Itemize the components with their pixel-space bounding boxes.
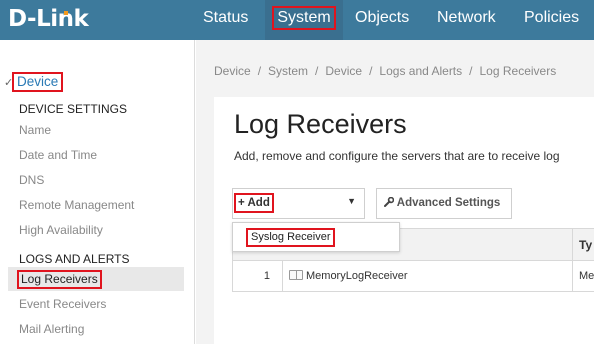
caret-down-icon: ▼: [347, 196, 356, 206]
sidebar-item-mail-alerting[interactable]: Mail Alerting: [19, 322, 84, 336]
breadcrumb-separator: /: [257, 64, 262, 78]
row-type: Mem: [572, 261, 594, 291]
add-button-label: + Add: [234, 193, 274, 213]
sidebar-device-label: Device: [11, 72, 64, 92]
sidebar-item-log-receivers[interactable]: Log Receivers: [16, 270, 103, 289]
sidebar: ✓ Device DEVICE SETTINGS Name Date and Ti…: [0, 40, 195, 344]
sidebar-item-remote-management[interactable]: Remote Management: [19, 198, 134, 212]
sidebar-item-dns[interactable]: DNS: [19, 173, 44, 187]
sidebar-device-toggle[interactable]: ✓ Device: [4, 72, 64, 92]
breadcrumb: Device / System / Device / Logs and Alerts / Log…: [214, 64, 556, 78]
breadcrumb-device-2[interactable]: Device: [325, 64, 362, 78]
advanced-settings-label: Advanced Settings: [396, 197, 501, 209]
nav-status-label: Status: [203, 9, 249, 26]
row-index: 1: [233, 261, 283, 291]
menu-item-syslog-receiver[interactable]: Syslog Receiver: [245, 228, 336, 247]
sidebar-item-event-receivers[interactable]: Event Receivers: [19, 297, 106, 311]
wrench-icon: [384, 196, 395, 207]
column-header-type[interactable]: Ty: [572, 229, 592, 261]
page-title: Log Receivers: [234, 109, 407, 139]
plus-icon: +: [238, 197, 245, 209]
breadcrumb-log-receivers: Log Receivers: [479, 64, 557, 78]
content-panel: Log Receivers Add, remove and configure …: [214, 97, 594, 344]
nav-system-label: System: [272, 6, 336, 30]
logo-text: D-Link: [8, 6, 89, 32]
page-description: Add, remove and configure the servers th…: [234, 149, 560, 163]
nav-system[interactable]: System: [265, 0, 343, 40]
sidebar-heading-logs-and-alerts: LOGS AND ALERTS: [19, 252, 130, 266]
dlink-logo[interactable]: D-Link: [8, 4, 89, 34]
sidebar-item-high-availability[interactable]: High Availability: [19, 223, 103, 237]
add-dropdown-button[interactable]: + Add ▼: [232, 188, 365, 219]
breadcrumb-separator: /: [315, 64, 319, 78]
add-label-text: Add: [247, 197, 270, 209]
advanced-settings-button[interactable]: Advanced Settings: [376, 188, 512, 219]
nav-policies-label: Policies: [524, 9, 580, 26]
nav-policies[interactable]: Policies: [521, 0, 582, 40]
sidebar-item-log-receivers-label: Log Receivers: [17, 270, 102, 289]
main-content: Device / System / Device / Logs and Alerts / Log…: [196, 40, 594, 344]
table-row[interactable]: 1 MemoryLogReceiver Mem: [233, 261, 594, 291]
nav-objects-label: Objects: [355, 9, 410, 26]
nav-network-label: Network: [437, 9, 496, 26]
sidebar-item-name[interactable]: Name: [19, 123, 51, 137]
add-dropdown-menu: Syslog Receiver: [232, 222, 400, 252]
breadcrumb-system[interactable]: System: [268, 64, 308, 78]
logo-dot: [64, 11, 68, 15]
row-name[interactable]: MemoryLogReceiver: [289, 261, 407, 291]
nav-network[interactable]: Network: [434, 0, 499, 40]
sidebar-heading-device-settings: DEVICE SETTINGS: [19, 102, 128, 116]
top-navigation-bar: D-Link Status System Objects Network Pol…: [0, 0, 594, 40]
nav-status[interactable]: Status: [200, 0, 251, 40]
breadcrumb-device[interactable]: Device: [214, 64, 251, 78]
nav-objects[interactable]: Objects: [352, 0, 412, 40]
chevron-down-icon: ✓: [4, 77, 14, 89]
breadcrumb-separator: /: [369, 64, 373, 78]
breadcrumb-logs-and-alerts[interactable]: Logs and Alerts: [379, 64, 462, 78]
row-name-text: MemoryLogReceiver: [306, 270, 408, 282]
log-book-icon: [289, 270, 303, 280]
sidebar-item-date-and-time[interactable]: Date and Time: [19, 148, 97, 162]
breadcrumb-separator: /: [469, 64, 473, 78]
